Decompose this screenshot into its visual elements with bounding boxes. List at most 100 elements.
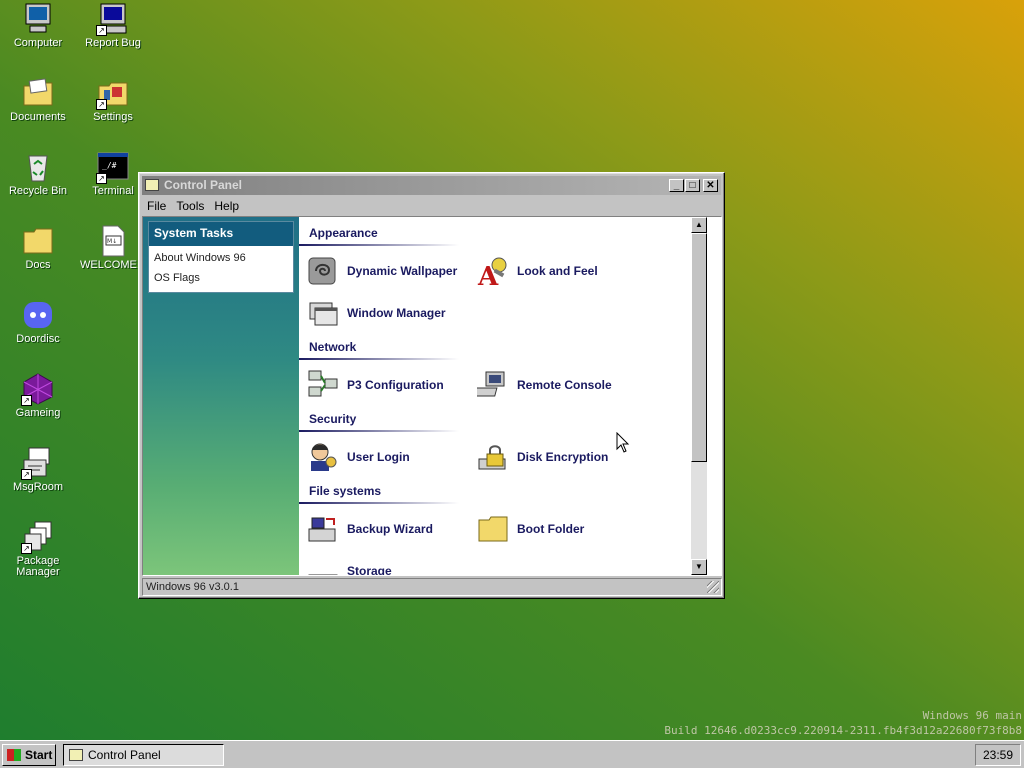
start-logo-icon	[7, 749, 21, 761]
desktop-icon-label: Recycle Bin	[8, 185, 68, 197]
item-label: Disk Encryption	[517, 450, 609, 464]
menu-tools[interactable]: Tools	[171, 196, 209, 213]
minimize-button[interactable]: _	[669, 179, 684, 192]
terminal-icon: _/# ↗	[96, 150, 130, 184]
item-p3-configuration[interactable]: P3 Configuration	[307, 369, 467, 403]
desktop-icon-label: Package Manager	[16, 555, 60, 578]
desktop-icon-label: Gameing	[15, 407, 61, 419]
item-dynamic-wallpaper[interactable]: Dynamic Wallpaper	[307, 255, 467, 289]
item-backup-wizard[interactable]: Backup Wizard	[307, 513, 467, 547]
taskbar-item-control-panel[interactable]: Control Panel	[63, 744, 224, 766]
start-label: Start	[25, 748, 53, 762]
taskbar: Start Control Panel 23:59	[0, 740, 1024, 768]
title-bar[interactable]: Control Panel _ □ ✕	[142, 176, 721, 195]
task-os-flags[interactable]: OS Flags	[149, 268, 293, 288]
category-network: Network	[309, 340, 357, 354]
build-watermark: Windows 96 main Build 12646.d0233cc9.220…	[664, 708, 1022, 738]
remote-console-icon	[472, 369, 509, 401]
item-disk-encryption[interactable]: Disk Encryption	[477, 441, 637, 475]
window-manager-icon	[307, 297, 339, 329]
desktop-icon-recycle-bin[interactable]: Recycle Bin	[1, 150, 75, 197]
desktop-icon-package-manager[interactable]: ↗ Package Manager	[1, 520, 75, 578]
desktop-icon-label: Documents	[10, 111, 66, 123]
disk-encryption-icon	[477, 441, 509, 473]
item-remote-console[interactable]: Remote Console	[472, 369, 637, 403]
start-button[interactable]: Start	[2, 744, 56, 766]
status-text: Windows 96 v3.0.1	[146, 581, 239, 593]
desktop-icon-label: Doordisc	[16, 333, 60, 345]
gameing-icon: ↗	[21, 372, 55, 406]
task-about-windows-96[interactable]: About Windows 96	[149, 246, 293, 268]
client-area: System Tasks About Windows 96 OS Flags A…	[142, 216, 722, 576]
item-window-manager[interactable]: Window Manager	[307, 297, 467, 331]
dynamic-wallpaper-icon	[307, 255, 339, 287]
task-sidebar: System Tasks About Windows 96 OS Flags	[143, 217, 299, 575]
item-look-and-feel[interactable]: A Look and Feel	[477, 255, 637, 292]
close-button[interactable]: ✕	[703, 179, 718, 192]
desktop-icon-report-bug[interactable]: ↗ Report Bug	[76, 2, 150, 49]
markdown-file-icon: M↓	[96, 224, 130, 258]
category-appearance: Appearance	[309, 226, 378, 240]
settings-icon: ↗	[96, 76, 130, 110]
item-label: Remote Console	[517, 378, 612, 392]
msgroom-icon: ↗	[21, 446, 55, 480]
desktop-icon-doordisc[interactable]: Doordisc	[1, 298, 75, 345]
documents-folder-icon	[21, 76, 55, 110]
recycle-bin-icon	[21, 150, 55, 184]
control-panel-window[interactable]: Control Panel _ □ ✕ File Tools Help System…	[138, 172, 725, 599]
desktop-icon-label: Computer	[13, 37, 63, 49]
scroll-up-button[interactable]: ▲	[691, 217, 707, 233]
scroll-down-button[interactable]: ▼	[691, 559, 707, 575]
computer-icon	[21, 2, 55, 36]
category-security: Security	[309, 412, 357, 426]
maximize-button[interactable]: □	[685, 179, 700, 192]
category-divider	[299, 358, 459, 360]
desktop-icon-docs[interactable]: Docs	[1, 224, 75, 271]
desktop-icon-documents[interactable]: Documents	[1, 76, 75, 123]
taskbar-item-label: Control Panel	[88, 748, 161, 762]
desktop-icon-label: Report Bug	[85, 37, 141, 49]
item-label: Dynamic Wallpaper	[347, 264, 458, 278]
desktop-icon-gameing[interactable]: ↗ Gameing	[1, 372, 75, 419]
look-and-feel-icon: A	[477, 255, 509, 292]
item-storage[interactable]: Storage	[307, 555, 467, 576]
system-tasks-panel: System Tasks About Windows 96 OS Flags	[148, 221, 294, 293]
item-label: Window Manager	[347, 306, 446, 320]
item-boot-folder[interactable]: Boot Folder	[477, 513, 637, 547]
resize-grip[interactable]	[707, 581, 719, 593]
mouse-cursor-icon	[616, 431, 630, 457]
item-label: P3 Configuration	[347, 378, 444, 392]
storage-icon	[307, 555, 339, 575]
terminal-glyph: _/#	[102, 161, 117, 170]
scroll-thumb[interactable]	[691, 233, 707, 462]
desktop-icon-label: Settings	[93, 111, 133, 123]
report-bug-icon: ↗	[96, 2, 130, 36]
status-bar: Windows 96 v3.0.1	[142, 578, 722, 596]
item-label: Storage	[347, 564, 392, 576]
watermark-line-1: Windows 96 main	[922, 709, 1022, 722]
item-user-login[interactable]: User Login	[307, 441, 467, 475]
markdown-glyph: M↓	[107, 238, 117, 245]
category-divider	[299, 244, 459, 246]
vertical-scrollbar[interactable]: ▲ ▼	[691, 217, 707, 575]
control-panel-app-icon	[145, 179, 159, 191]
item-label: Look and Feel	[517, 264, 598, 278]
item-label: User Login	[347, 450, 410, 464]
menu-file[interactable]: File	[142, 196, 171, 213]
window-title: Control Panel	[164, 178, 243, 192]
desktop-icon-label: MsgRoom	[12, 481, 64, 493]
user-login-icon	[307, 441, 339, 473]
control-panel-items: Appearance Dynamic Wallpaper A Look and …	[299, 217, 707, 575]
desktop-icon-msgroom[interactable]: ↗ MsgRoom	[1, 446, 75, 493]
desktop-icon-computer[interactable]: Computer	[1, 2, 75, 49]
system-tasks-header: System Tasks	[149, 222, 293, 246]
boot-folder-icon	[477, 513, 509, 545]
system-clock[interactable]: 23:59	[975, 744, 1021, 766]
desktop-icon-settings[interactable]: ↗ Settings	[76, 76, 150, 123]
package-manager-icon: ↗	[21, 520, 55, 554]
control-panel-app-icon	[69, 749, 83, 761]
menu-bar: File Tools Help	[142, 196, 721, 215]
watermark-line-2: Build 12646.d0233cc9.220914-2311.fb4f3d1…	[664, 724, 1022, 737]
item-label: Backup Wizard	[347, 522, 433, 536]
menu-help[interactable]: Help	[209, 196, 244, 213]
